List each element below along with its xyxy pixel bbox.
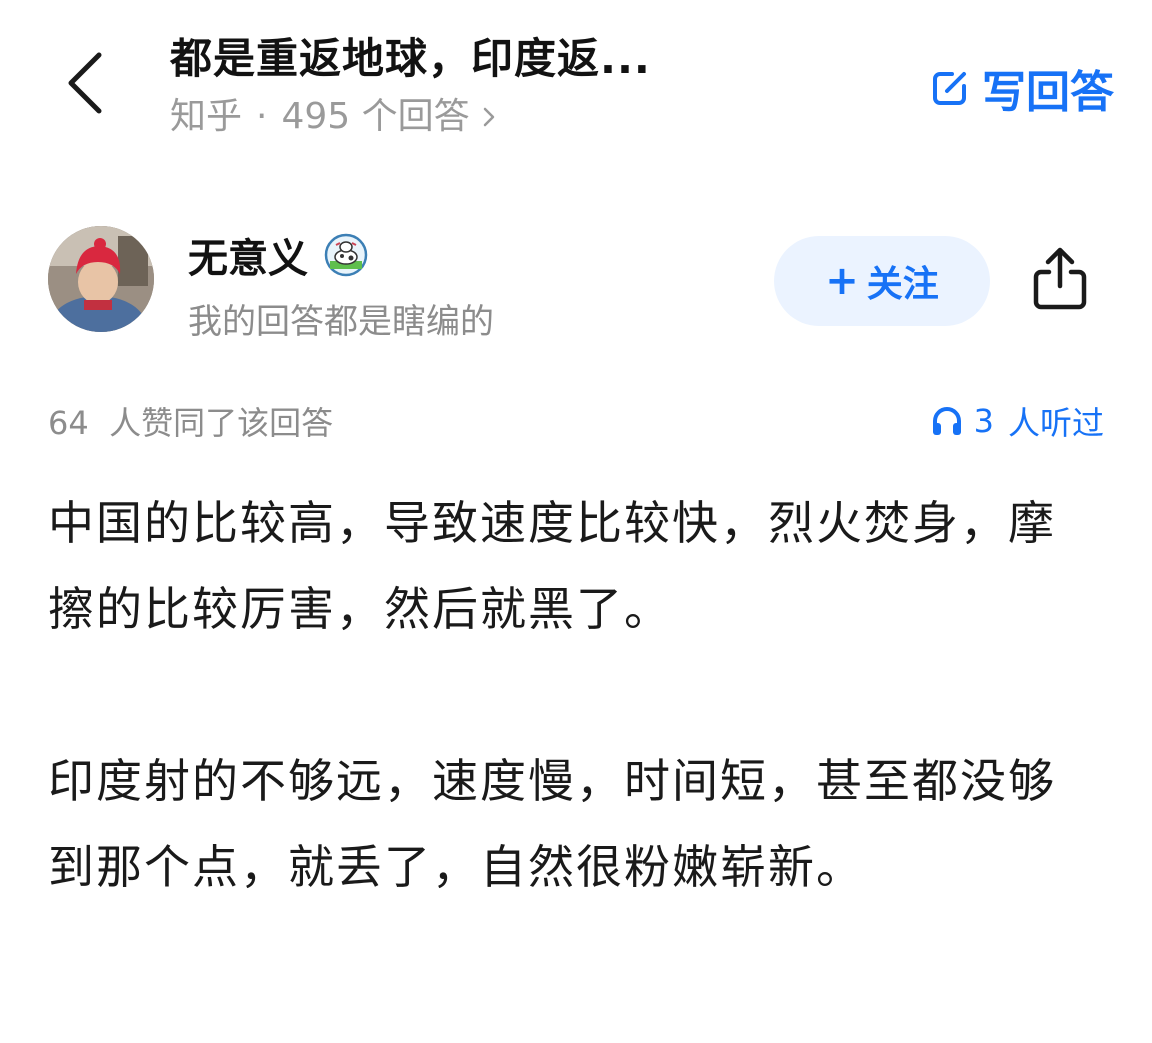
upvote-count-text[interactable]: 64 人赞同了该回答 — [48, 398, 333, 444]
cow-badge-icon[interactable] — [324, 233, 368, 277]
follow-button[interactable]: + 关注 — [774, 236, 990, 326]
answer-content: 中国的比较高，导致速度比较快，烈火焚身，摩擦的比较厉害，然后就黑了。 印度射的不… — [48, 480, 1088, 910]
author-bio: 我的回答都是瞎编的 — [188, 302, 494, 342]
answer-stats: 64 人赞同了该回答 3 人听过 — [48, 396, 1104, 446]
listen-button[interactable]: 3 人听过 — [930, 398, 1104, 444]
answer-count: 495 个回答 — [281, 96, 470, 137]
avatar[interactable] — [48, 226, 154, 332]
source-label: 知乎 — [170, 96, 243, 137]
chevron-left-icon — [68, 52, 102, 114]
write-answer-button[interactable]: 写回答 — [930, 56, 1114, 120]
listen-count: 3 — [973, 402, 994, 440]
author-info: 无意义 我的回答都是瞎编的 — [188, 228, 494, 343]
question-header: 都是重返地球，印度返... 知乎 · 495 个回答 — [170, 30, 770, 142]
meta-separator: · — [256, 96, 268, 137]
back-button[interactable] — [58, 50, 112, 116]
chevron-right-icon — [482, 106, 496, 128]
author-name-row: 无意义 — [188, 228, 494, 282]
answer-paragraph: 印度射的不够远，速度慢，时间短，甚至都没够到那个点，就丢了，自然很粉嫩崭新。 — [48, 754, 1056, 894]
share-button[interactable] — [1028, 242, 1092, 314]
follow-label: 关注 — [866, 264, 939, 305]
edit-icon — [930, 68, 970, 108]
question-title[interactable]: 都是重返地球，印度返... — [170, 30, 770, 88]
write-answer-label: 写回答 — [982, 67, 1114, 118]
listen-label: 人听过 — [1007, 404, 1104, 442]
answer-paragraph: 中国的比较高，导致速度比较快，烈火焚身，摩擦的比较厉害，然后就黑了。 — [48, 496, 1056, 636]
author-name[interactable]: 无意义 — [188, 226, 308, 284]
plus-icon: + — [825, 258, 859, 304]
headphones-icon — [930, 404, 964, 438]
question-meta-link[interactable]: 知乎 · 495 个回答 — [170, 92, 770, 142]
share-icon — [1033, 247, 1087, 310]
